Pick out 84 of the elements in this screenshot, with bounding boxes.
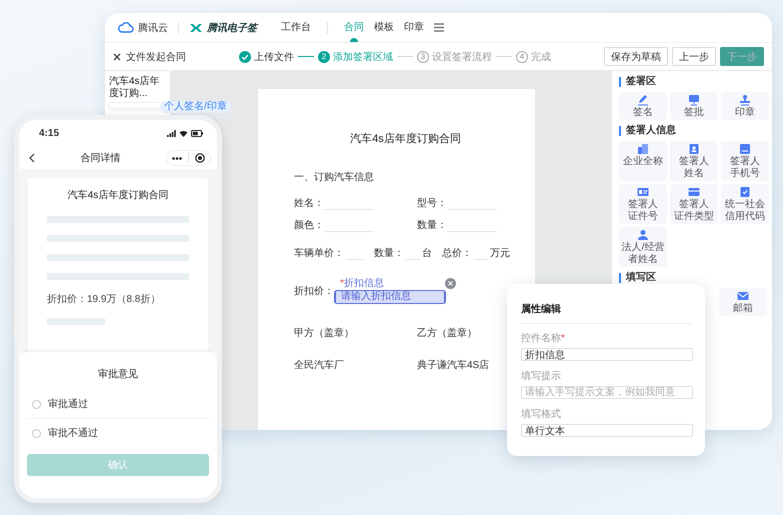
palette-item[interactable]: 签批 (670, 92, 718, 120)
unit-label: 万元 (490, 247, 510, 260)
party-name: 典子谦汽车4S店 (417, 358, 490, 372)
action-button[interactable]: 上一步 (672, 47, 716, 66)
target-icon (195, 153, 205, 163)
nav-tab[interactable]: 印章 (404, 13, 424, 42)
step-label: 完成 (531, 50, 551, 64)
field-label: 车辆单价： (294, 246, 344, 260)
more-icon (172, 156, 182, 160)
product-name: 腾讯电子签 (207, 22, 257, 34)
capsule-menu[interactable] (166, 150, 211, 166)
unit-label: 台 (422, 246, 432, 260)
logo-icon (189, 22, 203, 32)
wifi-icon (179, 130, 188, 137)
close-icon[interactable] (113, 52, 121, 60)
field-label: *折扣信息 (340, 278, 384, 289)
palette-item[interactable]: 企业全称 (619, 141, 667, 181)
palette-item[interactable]: 签名 (619, 92, 667, 120)
section-title: 签署人信息 (619, 126, 767, 136)
action-button[interactable]: 保存为草稿 (604, 47, 668, 66)
palette-item[interactable]: 法人/经营 者姓名 (619, 227, 667, 267)
field-label: 数量： (374, 247, 404, 260)
page-title: 文件发起合同 (126, 50, 186, 64)
monitor-icon (688, 94, 700, 106)
signal-icon (167, 130, 176, 137)
screen-title: 合同详情 (80, 152, 120, 165)
option-label: 审批不通过 (48, 426, 98, 440)
discount-text: 折扣价：19.9万（8.8折） (47, 292, 162, 306)
step-number: 3 (417, 50, 429, 62)
building-icon (637, 143, 649, 155)
step-number: 2 (318, 50, 330, 62)
section-title: 签署区 (619, 77, 767, 87)
nav-tab[interactable]: 模板 (374, 13, 394, 42)
cloud-icon (118, 22, 134, 33)
field-label: 型号： (417, 196, 447, 210)
envelope-icon (737, 290, 749, 302)
back-icon[interactable] (29, 153, 35, 163)
step-number: 4 (516, 50, 528, 62)
status-time: 4:15 (39, 128, 60, 139)
sheet-title: 审批意见 (97, 368, 139, 381)
field-label: 折扣价： (294, 284, 334, 298)
step-label: 设置签署流程 (432, 50, 492, 64)
field-label: 总价： (442, 246, 472, 260)
document-title: 汽车4s店年度订购合同 (66, 188, 170, 202)
party-label: 甲方（盖章） (294, 326, 355, 340)
tag-badge: 个人签名/印章 (160, 101, 231, 113)
battery-icon (191, 130, 203, 137)
party-label: 乙方（盖章） (417, 326, 478, 340)
id-card-icon (637, 186, 649, 198)
palette-item[interactable]: 统一社会 信用代码 (721, 184, 769, 224)
field-label: 颜色： (294, 218, 324, 232)
panel-title: 属性编辑 (521, 302, 693, 324)
palette-item[interactable]: 签署人 手机号 (721, 141, 769, 181)
field-label: 填写提示 (521, 370, 562, 383)
card-icon (688, 186, 700, 198)
palette-item[interactable]: 印章 (721, 92, 769, 120)
section-heading: 一、订购汽车信息 (294, 170, 375, 184)
person-icon (637, 229, 649, 241)
field-label: 填写格式 (521, 408, 562, 421)
radio-button[interactable] (32, 428, 41, 438)
palette-item[interactable]: 签署人 证件类型 (670, 184, 718, 224)
menu-icon[interactable] (434, 23, 444, 32)
step-label: 上传文件 (254, 50, 294, 64)
palette-item[interactable]: 签署人 证件号 (619, 184, 667, 224)
field-label: 控件名称* (521, 332, 566, 345)
input-field[interactable]: 折扣信息 (521, 348, 693, 361)
pen-icon (637, 94, 649, 106)
contact-card-icon (688, 143, 700, 155)
party-name: 全民汽车厂 (294, 358, 345, 372)
document-title: 汽车4s店年度订购合同 (349, 132, 462, 146)
field-label: 姓名： (294, 197, 324, 210)
option-label: 审批通过 (48, 398, 88, 411)
document-check-icon (739, 186, 751, 198)
radio-button[interactable] (32, 400, 41, 408)
field-label: 数量： (417, 219, 447, 232)
palette-item[interactable]: 签署人 姓名 (670, 141, 718, 181)
file-name: 汽车4s店年度订购... (109, 76, 161, 100)
stamp-icon (739, 94, 751, 106)
input-field[interactable]: 单行文本 (521, 424, 693, 437)
input-field[interactable]: 请输入折扣信息 (334, 290, 446, 304)
step-label: 添加签署区域 (333, 50, 393, 64)
nav-tab[interactable]: 工作台 (281, 13, 311, 42)
brand-name: 腾讯云 (138, 22, 168, 34)
palette-item[interactable]: 邮箱 (719, 288, 767, 316)
